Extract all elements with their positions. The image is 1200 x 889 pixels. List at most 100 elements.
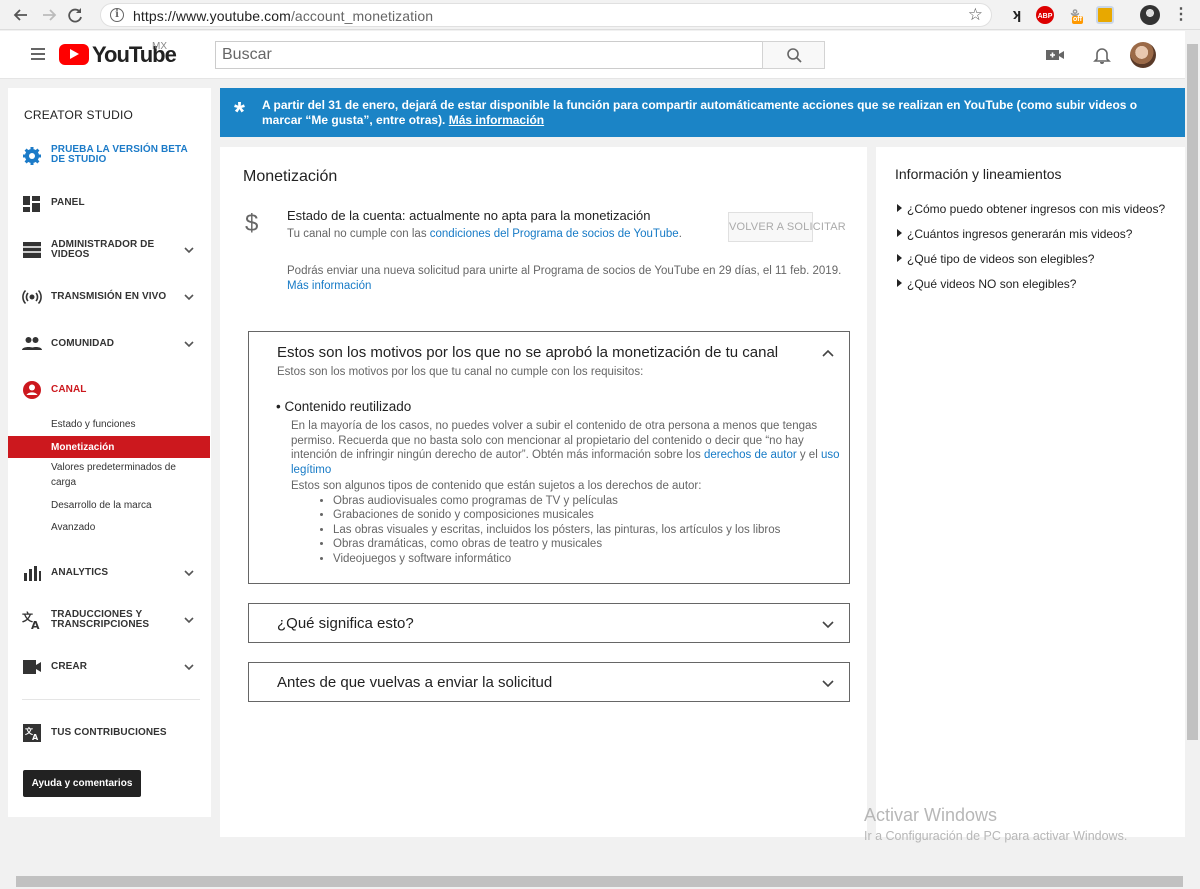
account-status: Estado de la cuenta: actualmente no apta… <box>287 208 651 223</box>
sidebar-item-create[interactable]: CREAR <box>8 657 211 677</box>
chevron-down-icon[interactable] <box>821 617 835 631</box>
help-feedback-button[interactable]: Ayuda y comentarios <box>23 770 141 797</box>
reload-icon[interactable] <box>64 4 86 26</box>
vertical-scroll-thumb[interactable] <box>1187 44 1198 740</box>
youtube-play-icon <box>59 44 89 65</box>
gear-icon <box>23 147 41 165</box>
sidebar-item-beta[interactable]: PRUEBA LA VERSIÓN BETA DE STUDIO <box>8 144 211 168</box>
banner-text: A partir del 31 de enero, dejará de esta… <box>262 98 1138 127</box>
list-intro: Estos son algunos tipos de contenido que… <box>291 480 702 492</box>
sidebar-subitem-monetization[interactable]: Monetización <box>51 440 114 455</box>
svg-text:A: A <box>32 733 39 742</box>
chevron-up-icon[interactable] <box>821 347 835 361</box>
dollar-icon: $ <box>245 210 259 237</box>
back-icon[interactable] <box>10 4 32 26</box>
sidebar-item-video-manager[interactable]: ADMINISTRADOR DE VIDEOS <box>8 238 211 262</box>
extension-icon[interactable]: ʞ <box>1008 6 1026 24</box>
search-box[interactable] <box>215 41 763 69</box>
sidebar-subitem-upload-defaults[interactable]: Valores predeterminados de carga <box>51 460 191 490</box>
partner-program-terms-link[interactable]: condiciones del Programa de socios de Yo… <box>430 228 679 240</box>
chevron-down-icon <box>184 617 194 624</box>
panel-title: Antes de que vuelvas a enviar la solicit… <box>277 674 553 691</box>
sidebar-divider <box>22 699 200 700</box>
sidebar-subitem-advanced[interactable]: Avanzado <box>51 520 95 535</box>
monetization-card: Monetización $ Estado de la cuenta: actu… <box>220 147 867 837</box>
copyright-content-list: Estos son algunos tipos de contenido que… <box>291 479 851 566</box>
contributions-icon: 文A <box>23 724 41 742</box>
sidebar-subitem-branding[interactable]: Desarrollo de la marca <box>51 498 152 513</box>
youtube-header: YouTube MX <box>0 31 1185 79</box>
search-input[interactable] <box>216 42 762 68</box>
svg-text:A: A <box>31 619 40 630</box>
sidebar-item-translations[interactable]: 文A TRADUCCIONES Y TRANSCRIPCIONES <box>8 608 211 632</box>
info-icon[interactable]: i <box>110 8 124 22</box>
sidebar-item-channel[interactable]: CANAL <box>8 380 211 400</box>
reason-title: • Contenido reutilizado <box>276 399 412 414</box>
upload-video-icon[interactable] <box>1045 45 1065 65</box>
rejection-reasons-panel: Estos son los motivos por los que no se … <box>248 331 850 584</box>
sidebar-item-label: PANEL <box>51 197 85 208</box>
sidebar-item-panel[interactable]: PANEL <box>8 194 211 214</box>
guideline-link-eligible[interactable]: ¿Qué tipo de videos son elegibles? <box>897 252 1094 266</box>
hamburger-menu-icon[interactable] <box>31 48 45 60</box>
guideline-link-earn[interactable]: ¿Cómo puedo obtener ingresos con mis vid… <box>897 202 1165 216</box>
guideline-link-not-eligible[interactable]: ¿Qué videos NO son elegibles? <box>897 277 1076 291</box>
horizontal-scroll-thumb[interactable] <box>16 876 1183 887</box>
forward-icon[interactable] <box>38 4 60 26</box>
panel-subtitle: Estos son los motivos por los que tu can… <box>277 366 644 378</box>
chevron-down-icon <box>184 570 194 577</box>
reapply-more-info-link[interactable]: Más información <box>287 280 371 292</box>
expand-triangle-icon <box>897 204 902 212</box>
reason-description: En la mayoría de los casos, no puedes vo… <box>291 420 840 476</box>
sidebar-subitem-status[interactable]: Estado y funciones <box>51 417 136 432</box>
sidebar-item-label: ADMINISTRADOR DE VIDEOS <box>51 239 155 260</box>
chevron-down-icon[interactable] <box>821 676 835 690</box>
reapply-note: Podrás enviar una nueva solicitud para u… <box>287 265 842 292</box>
sidebar-item-label: PRUEBA LA VERSIÓN BETA DE STUDIO <box>51 144 188 165</box>
avatar[interactable] <box>1130 42 1156 68</box>
community-icon <box>22 337 42 350</box>
abp-icon[interactable]: ABP <box>1036 6 1054 24</box>
reapply-button[interactable]: VOLVER A SOLICITAR <box>728 212 846 242</box>
sidebar-title: CREATOR STUDIO <box>24 108 134 122</box>
live-broadcast-icon <box>22 289 42 305</box>
guideline-link-revenue[interactable]: ¿Cuántos ingresos generarán mis videos? <box>897 227 1132 241</box>
search-button[interactable] <box>762 41 825 69</box>
copyright-link[interactable]: derechos de autor <box>704 449 797 461</box>
sidebar-item-community[interactable]: COMUNIDAD <box>8 334 211 354</box>
asterisk-icon: * <box>234 96 245 127</box>
list-item: Obras audiovisuales como programas de TV… <box>333 494 851 509</box>
url-text: https://www.youtube.com/account_monetiza… <box>133 8 434 24</box>
chevron-down-icon <box>184 247 194 254</box>
region-code: MX <box>152 41 167 52</box>
address-bar[interactable]: i https://www.youtube.com/account_moneti… <box>100 3 992 27</box>
profile-icon[interactable] <box>1140 5 1160 25</box>
analytics-icon <box>24 566 41 581</box>
sidebar-item-label: TRADUCCIONES Y TRANSCRIPCIONES <box>51 609 150 630</box>
extension-off-icon[interactable]: ⚘ off <box>1066 6 1084 24</box>
notifications-bell-icon[interactable] <box>1092 45 1112 65</box>
what-does-this-mean-panel[interactable]: ¿Qué significa esto? <box>248 603 850 643</box>
status-description: Tu canal no cumple con las condiciones d… <box>287 228 682 240</box>
video-camera-icon <box>23 660 41 674</box>
chevron-down-icon <box>184 664 194 671</box>
menu-dots-icon[interactable]: ⋮ <box>1172 6 1190 24</box>
guidelines-card: Información y lineamientos ¿Cómo puedo o… <box>876 147 1185 837</box>
banner-more-info-link[interactable]: Más información <box>449 113 544 127</box>
sidebar-item-live[interactable]: TRANSMISIÓN EN VIVO <box>8 287 211 307</box>
windows-activation-watermark: Activar Windows <box>864 805 998 825</box>
list-item: Las obras visuales y escritas, incluidos… <box>333 523 851 538</box>
sidebar-item-label: CANAL <box>51 384 87 395</box>
screenshot-extension-icon[interactable] <box>1096 6 1114 24</box>
sidebar-item-label: CREAR <box>51 661 88 672</box>
sidebar-item-label: TRANSMISIÓN EN VIVO <box>51 291 167 302</box>
search-icon <box>787 48 802 63</box>
list-item: Grabaciones de sonido y composiciones mu… <box>333 508 851 523</box>
bookmark-star-icon[interactable]: ☆ <box>968 5 983 25</box>
sidebar-item-contributions[interactable]: 文A TUS CONTRIBUCIONES <box>8 723 211 743</box>
account-circle-icon <box>23 381 41 399</box>
sidebar-item-analytics[interactable]: ANALYTICS <box>8 563 211 583</box>
before-reapply-panel[interactable]: Antes de que vuelvas a enviar la solicit… <box>248 662 850 702</box>
guidelines-title: Información y lineamientos <box>895 166 1062 182</box>
list-item: Obras dramáticas, como obras de teatro y… <box>333 537 851 552</box>
